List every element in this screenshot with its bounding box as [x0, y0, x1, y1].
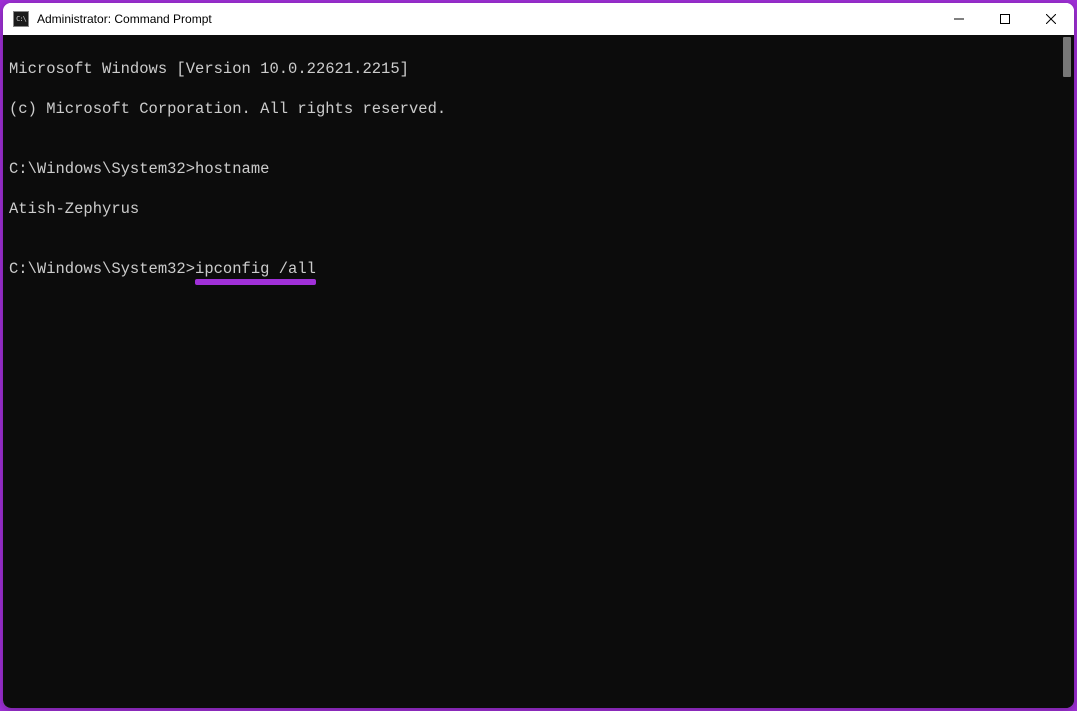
terminal-prompt2: C:\Windows\System32>ipconfig /all	[9, 259, 1054, 279]
cmd-icon-text: C:\	[16, 15, 26, 23]
terminal-area[interactable]: Microsoft Windows [Version 10.0.22621.22…	[3, 35, 1060, 708]
window-controls	[936, 3, 1074, 35]
scrollbar-track[interactable]	[1060, 35, 1074, 708]
terminal-prompt1: C:\Windows\System32>hostname	[9, 159, 1054, 179]
scrollbar-thumb[interactable]	[1063, 37, 1071, 77]
maximize-icon	[1000, 14, 1010, 24]
minimize-button[interactable]	[936, 3, 982, 35]
cmd-window: C:\ Administrator: Command Prompt Micros…	[3, 3, 1074, 708]
close-button[interactable]	[1028, 3, 1074, 35]
prompt1-path: C:\Windows\System32>	[9, 160, 195, 178]
prompt2-path: C:\Windows\System32>	[9, 260, 195, 278]
prompt2-cmd-highlighted: ipconfig /all	[195, 259, 316, 279]
cmd-icon: C:\	[13, 11, 29, 27]
window-title: Administrator: Command Prompt	[37, 12, 936, 26]
terminal-line-copyright: (c) Microsoft Corporation. All rights re…	[9, 99, 1054, 119]
prompt1-cmd: hostname	[195, 160, 269, 178]
maximize-button[interactable]	[982, 3, 1028, 35]
close-icon	[1046, 14, 1056, 24]
terminal-hostname-output: Atish-Zephyrus	[9, 199, 1054, 219]
minimize-icon	[954, 14, 964, 24]
titlebar[interactable]: C:\ Administrator: Command Prompt	[3, 3, 1074, 35]
terminal-area-wrap: Microsoft Windows [Version 10.0.22621.22…	[3, 35, 1074, 708]
terminal-line-version: Microsoft Windows [Version 10.0.22621.22…	[9, 59, 1054, 79]
